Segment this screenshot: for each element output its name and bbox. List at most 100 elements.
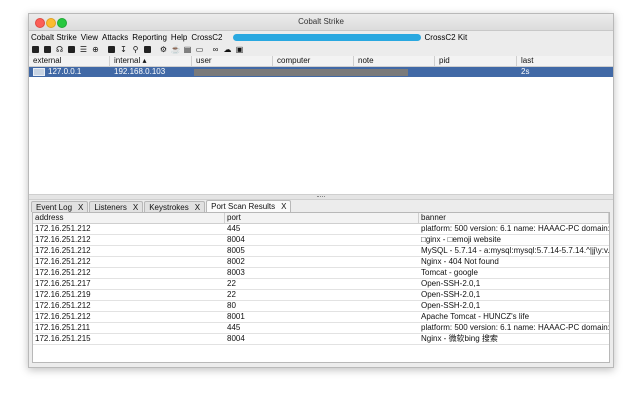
menu-reporting[interactable]: Reporting [132,33,167,42]
address-cell: 172.16.251.212 [35,268,91,277]
headphones-icon[interactable]: ☊ [55,45,64,54]
banner-cell: platform: 500 version: 6.1 name: HAAAC-P… [421,224,609,233]
tab-label: Event Log [36,202,73,212]
port-cell: 445 [227,224,241,233]
column-last[interactable]: last [517,56,613,66]
port-cell: 8002 [227,257,245,266]
picture-icon[interactable] [143,45,152,54]
tab-bar: Event Log X Listeners X Keystrokes X Por… [29,200,613,212]
menu-crossc2[interactable]: CrossC2 [191,33,222,42]
gear-icon[interactable]: ⚙ [159,45,168,54]
column-note[interactable]: note [354,56,435,66]
port-cell: 445 [227,323,241,332]
menu-view[interactable]: View [81,33,98,42]
address-cell: 172.16.251.212 [35,301,91,310]
table-row[interactable]: 172.16.251.219 22 Open-SSH-2.0,1 [33,290,609,301]
redacted-fields [192,67,517,77]
tab-listeners[interactable]: Listeners X [89,201,144,212]
download-icon[interactable]: ↧ [119,45,128,54]
column-port[interactable]: port [225,213,419,223]
column-external[interactable]: external [29,56,110,66]
beacon-last: 2s [521,67,530,76]
address-cell: 172.16.251.215 [35,334,91,343]
address-cell: 172.16.251.212 [35,224,91,233]
address-cell: 172.16.251.212 [35,235,91,244]
table-row[interactable]: 172.16.251.212 80 Open-SSH-2.0,1 [33,301,609,312]
menu-cobalt-strike[interactable]: Cobalt Strike [31,33,77,42]
tab-keystrokes[interactable]: Keystrokes X [144,201,206,212]
address-cell: 172.16.251.212 [35,257,91,266]
link-icon[interactable]: ∞ [211,45,220,54]
splitter-grip[interactable] [317,196,325,199]
banner-cell: Nginx - 微软bing 搜索 [421,334,498,343]
table-row[interactable]: 172.16.251.215 8004 Nginx - 微软bing 搜索 [33,334,609,345]
port-cell: 22 [227,290,236,299]
table-row[interactable]: 172.16.251.211 445 platform: 500 version… [33,323,609,334]
plus-square-icon[interactable] [31,45,40,54]
document-icon[interactable]: ▤ [183,45,192,54]
cobalt-strike-window: Cobalt Strike Cobalt Strike View Attacks… [28,13,614,368]
toolbar: ☊ ☰ ⊕ ↧ ⚲ ⚙ ☕ ▤ ▭ ∞ ☁ ▣ [29,43,613,57]
menu-help[interactable]: Help [171,33,187,42]
close-tab-button[interactable]: X [195,203,200,212]
banner-cell: Apache Tomcat - HUNCZ's life [421,312,530,321]
tab-port-scan-results[interactable]: Port Scan Results X [206,200,292,212]
port-cell: 8005 [227,246,245,255]
table-row[interactable]: 172.16.251.212 8004 □ginx - □emoji websi… [33,235,609,246]
banner-cell: Open-SSH-2.0,1 [421,290,481,299]
banner-cell: Tomcat - google [421,268,478,277]
beacon-table-header: external internal ▴ user computer note p… [29,56,613,67]
list-icon[interactable]: ☰ [79,45,88,54]
address-cell: 172.16.251.212 [35,312,91,321]
column-user[interactable]: user [192,56,273,66]
share-icon[interactable] [67,45,76,54]
computer-icon [33,67,45,76]
tab-event-log[interactable]: Event Log X [31,201,89,212]
column-internal[interactable]: internal ▴ [110,56,192,66]
column-address[interactable]: address [33,213,225,223]
banner-cell: platform: 500 version: 6.1 name: HAAAC-P… [421,323,609,332]
table-row[interactable]: 172.16.251.212 445 platform: 500 version… [33,224,609,235]
banner-cell: □ginx - □emoji website [421,235,501,244]
beacon-external: 127.0.0.1 [48,67,82,76]
close-tab-button[interactable]: X [133,203,138,212]
beacon-external-cell: 127.0.0.1 [29,67,110,77]
port-cell: 80 [227,301,236,310]
beacon-table: external internal ▴ user computer note p… [29,56,613,194]
tab-label: Port Scan Results [211,202,276,211]
close-tab-button[interactable]: X [78,203,83,212]
window-title: Cobalt Strike [298,17,344,26]
key-icon[interactable]: ⚲ [131,45,140,54]
table-row[interactable]: 172.16.251.212 8003 Tomcat - google [33,268,609,279]
cloud-icon[interactable]: ☁ [223,45,232,54]
address-cell: 172.16.251.219 [35,290,91,299]
banner-cell: Open-SSH-2.0,1 [421,301,481,310]
column-banner[interactable]: banner [419,213,609,223]
table-row[interactable]: 172.16.251.217 22 Open-SSH-2.0,1 [33,279,609,290]
address-cell: 172.16.251.212 [35,246,91,255]
port-scan-table: address port banner 172.16.251.212 445 p… [32,212,610,363]
image-icon[interactable] [107,45,116,54]
port-cell: 8004 [227,334,245,343]
terminal-icon[interactable]: ▭ [195,45,204,54]
port-cell: 22 [227,279,236,288]
table-row[interactable]: 172.16.251.212 8005 MySQL - 5.7.14 - a:m… [33,246,609,257]
beacon-row[interactable]: 127.0.0.1 192.168.0.103 2s [29,67,613,77]
title-bar[interactable]: Cobalt Strike [29,14,613,31]
column-pid[interactable]: pid [435,56,517,66]
tab-label: Keystrokes [149,202,189,212]
column-computer[interactable]: computer [273,56,354,66]
menu-attacks[interactable]: Attacks [102,33,128,42]
tab-label: Listeners [94,202,127,212]
table-row[interactable]: 172.16.251.212 8002 Nginx - 404 Not foun… [33,257,609,268]
minus-square-icon[interactable] [43,45,52,54]
coffee-icon[interactable]: ☕ [171,45,181,54]
table-row[interactable]: 172.16.251.212 8001 Apache Tomcat - HUNC… [33,312,609,323]
cube-icon[interactable]: ▣ [235,45,244,54]
redacted-bar [194,68,408,76]
target-icon[interactable]: ⊕ [91,45,100,54]
beacon-internal: 192.168.0.103 [114,67,166,76]
port-cell: 8004 [227,235,245,244]
menu-crossc2-kit[interactable]: CrossC2 Kit [425,33,468,42]
close-tab-button[interactable]: X [281,202,286,211]
